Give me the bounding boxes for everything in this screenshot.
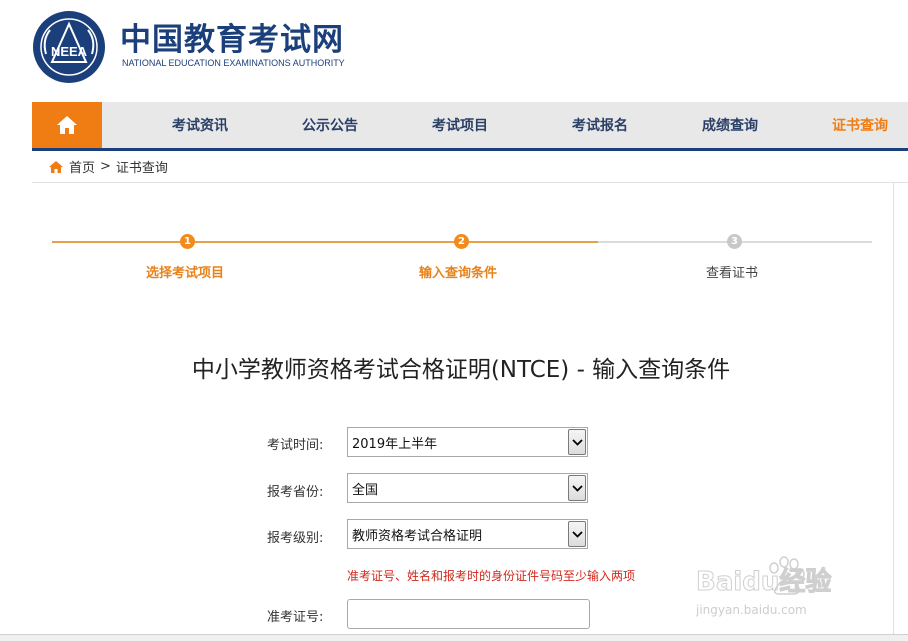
svg-text:jingyan.baidu.com: jingyan.baidu.com xyxy=(695,603,807,617)
chevron-down-icon[interactable] xyxy=(568,521,586,547)
window-bottom-edge xyxy=(0,634,908,641)
exam-time-label: 考试时间: xyxy=(267,438,324,453)
step-2-marker: 2 xyxy=(454,234,469,249)
input-hint: 准考证号、姓名和报考时的身份证件号码至少输入两项 xyxy=(347,569,636,583)
content-scroll-divider xyxy=(893,183,894,641)
province-select[interactable]: 全国 xyxy=(347,473,588,503)
exam-time-select[interactable]: 2019年上半年 xyxy=(347,427,588,457)
province-label: 报考省份: xyxy=(267,485,324,500)
step-1-marker: 1 xyxy=(180,234,195,249)
province-value: 全国 xyxy=(352,483,379,498)
home-icon xyxy=(57,116,77,134)
chevron-down-icon[interactable] xyxy=(568,475,586,501)
step-1-label: 选择考试项目 xyxy=(146,266,225,281)
nav-home-button[interactable] xyxy=(32,102,102,148)
site-subtitle: NATIONAL EDUCATION EXAMINATIONS AUTHORIT… xyxy=(122,58,345,68)
svg-text:Baidu经验: Baidu经验 xyxy=(696,566,831,597)
step-3-label: 查看证书 xyxy=(706,266,759,281)
step-3-marker: 3 xyxy=(727,234,742,249)
ticket-no-input[interactable] xyxy=(347,599,590,629)
breadcrumb-home-link[interactable]: 首页 xyxy=(69,157,95,176)
nav-item-score-query[interactable]: 成绩查询 xyxy=(702,102,758,148)
level-select[interactable]: 教师资格考试合格证明 xyxy=(347,519,588,549)
chevron-down-icon[interactable] xyxy=(568,429,586,455)
neea-emblem-icon[interactable]: NEEA xyxy=(32,10,106,84)
baidu-paw-icon: Baidu经验 jingyan.baidu.com xyxy=(695,556,832,617)
ticket-no-label: 准考证号: xyxy=(267,610,324,625)
step-2-label: 输入查询条件 xyxy=(419,266,498,281)
breadcrumb-separator: > xyxy=(100,159,111,174)
baidu-watermark: Baidu经验 jingyan.baidu.com xyxy=(692,548,862,623)
breadcrumb-current: 证书查询 xyxy=(115,161,168,176)
step-progress-done xyxy=(52,241,598,243)
nav-item-announcements[interactable]: 公示公告 xyxy=(302,102,358,148)
site-header: NEEA 中国教育考试网 NATIONAL EDUCATION EXAMINAT… xyxy=(0,0,908,100)
breadcrumb: 首页 > 证书查询 xyxy=(32,151,908,183)
level-value: 教师资格考试合格证明 xyxy=(352,529,483,544)
site-title[interactable]: 中国教育考试网 xyxy=(120,22,344,58)
breadcrumb-home-icon xyxy=(49,160,63,173)
svg-text:NEEA: NEEA xyxy=(51,44,88,59)
main-nav: 考试资讯 公示公告 考试项目 考试报名 成绩查询 证书查询 xyxy=(32,102,908,148)
nav-item-news[interactable]: 考试资讯 xyxy=(172,102,228,148)
exam-time-value: 2019年上半年 xyxy=(352,437,438,452)
nav-item-registration[interactable]: 考试报名 xyxy=(572,102,628,148)
nav-item-certificate-query[interactable]: 证书查询 xyxy=(832,102,888,148)
level-label: 报考级别: xyxy=(267,531,324,546)
nav-item-exam-projects[interactable]: 考试项目 xyxy=(432,102,488,148)
page-title: 中小学教师资格考试合格证明(NTCE) - 输入查询条件 xyxy=(191,357,731,383)
